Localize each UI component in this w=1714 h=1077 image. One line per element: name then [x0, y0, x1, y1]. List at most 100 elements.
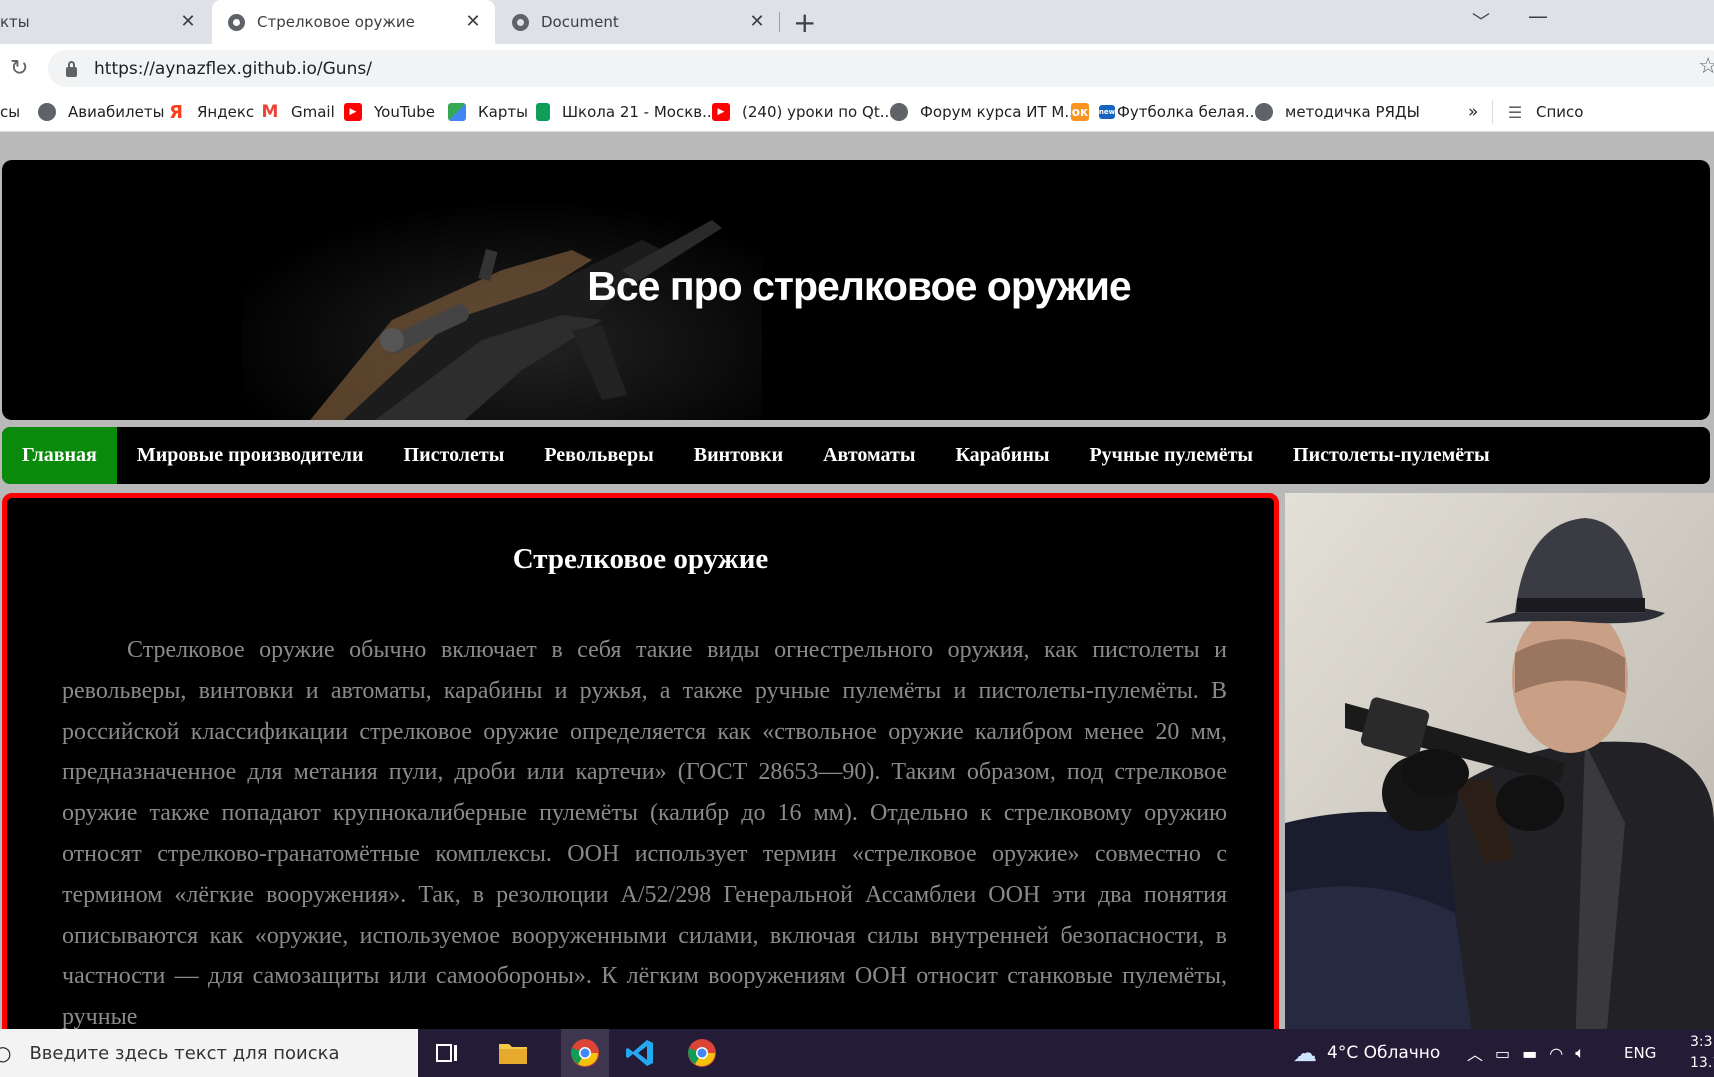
bookmark-aviabilety[interactable]: Авиабилеты [38, 94, 164, 130]
bookmarks-overflow-button[interactable]: » [1468, 94, 1478, 130]
minimize-button[interactable]: — [1528, 4, 1548, 28]
bookmark-youtube[interactable]: ▶ YouTube [344, 94, 435, 130]
search-placeholder: Введите здесь текст для поиска [29, 1042, 340, 1064]
globe-icon [1255, 103, 1273, 121]
maps-icon [448, 103, 466, 121]
article-heading: Стрелковое оружие [512, 543, 769, 575]
tab-divider [779, 12, 780, 32]
sheets-icon [536, 103, 550, 121]
bookmark-yandex[interactable]: Я Яндекс [167, 94, 254, 130]
new-tab-button[interactable]: + [793, 6, 816, 39]
address-bar[interactable]: https://aynazflex.github.io/Guns/ [48, 50, 1714, 87]
tab-strip: кты ✕ Стрелковое оружие ✕ Document ✕ + ﹀… [0, 0, 1714, 44]
tab-title: кты [0, 13, 30, 31]
volume-icon[interactable]: 🔈︎ [1575, 1043, 1585, 1063]
main-nav: Главная Мировые производители Пистолеты … [2, 427, 1710, 484]
meet-now-icon[interactable]: ▭ [1495, 1044, 1510, 1063]
search-icon: ○ [0, 1041, 12, 1065]
close-icon[interactable]: ✕ [747, 12, 767, 32]
clock[interactable]: 3:3 13.11. [1690, 1032, 1714, 1074]
nav-item-light-machine-guns[interactable]: Ручные пулемёты [1069, 427, 1273, 484]
bookmark-label: YouTube [374, 103, 435, 121]
lock-icon[interactable] [66, 60, 77, 77]
globe-icon [38, 103, 56, 121]
tab-previous[interactable]: кты ✕ [0, 0, 210, 44]
chevron-up-icon[interactable]: ︿ [1467, 1041, 1483, 1065]
weather-widget[interactable]: ☁ 4°C Облачно [1293, 1029, 1440, 1077]
nav-item-home[interactable]: Главная [2, 427, 117, 484]
bookmark-label: Яндекс [197, 103, 255, 121]
url-text[interactable]: https://aynazflex.github.io/Guns/ [94, 59, 372, 79]
bookmark-label: Gmail [291, 103, 335, 121]
bookmark-label: Карты [478, 103, 528, 121]
youtube-icon: ▶ [344, 103, 362, 121]
bookmark-truncated[interactable]: сы [0, 94, 20, 130]
article-body: Стрелковое оружие обычно включает в себя… [62, 637, 1227, 1029]
bookmark-label: методичка РЯДЫ [1285, 103, 1420, 121]
taskbar: ○ Введите здесь текст для поиска ☁ 4°C О… [0, 1029, 1714, 1077]
tab-search-chevron-icon[interactable]: ﹀ [1472, 8, 1490, 34]
clock-time: 3:3 [1690, 1034, 1713, 1050]
close-icon[interactable]: ✕ [463, 12, 483, 32]
bookmark-label: (240) уроки по Qt.... [742, 103, 899, 121]
clock-date: 13.11. [1690, 1055, 1714, 1071]
nav-item-submachine-guns[interactable]: Пистолеты-пулемёты [1273, 427, 1510, 484]
bookmark-label: Футболка белая... [1117, 103, 1260, 121]
bookmarks-divider [1492, 100, 1493, 124]
gangster-photo [1285, 493, 1714, 1029]
nav-item-revolvers[interactable]: Револьверы [524, 427, 673, 484]
nav-item-pistols[interactable]: Пистолеты [384, 427, 525, 484]
bookmark-maps[interactable]: Карты [448, 94, 528, 130]
file-explorer-icon[interactable] [497, 1037, 529, 1069]
bookmark-label: Форум курса ИТ М... [920, 103, 1079, 121]
reload-icon[interactable]: ↻ [10, 56, 28, 81]
taskbar-search[interactable]: ○ Введите здесь текст для поиска [0, 1029, 418, 1077]
globe-icon [512, 13, 529, 31]
yandex-icon: Я [169, 101, 183, 123]
bookmark-label: сы [0, 103, 21, 121]
system-tray: ︿ ▭ ▬ ◠ 🔈︎ [1467, 1029, 1585, 1077]
chrome-icon[interactable] [561, 1029, 609, 1077]
nav-item-carbines[interactable]: Карабины [935, 427, 1069, 484]
side-image [1285, 493, 1714, 1029]
reading-list-icon: ☰ [1507, 102, 1523, 122]
tab-title: Document [541, 13, 619, 31]
site-banner: Все про стрелковое оружие [2, 160, 1710, 420]
task-view-icon[interactable] [432, 1037, 464, 1069]
bookmark-label: Авиабилеты [68, 103, 165, 121]
weather-text: 4°C Облачно [1327, 1043, 1441, 1063]
bookmark-gmail[interactable]: M Gmail [261, 94, 335, 130]
banner-title: Все про стрелковое оружие [587, 263, 1131, 309]
tab-title: Стрелковое оружие [257, 13, 415, 31]
reading-list-label: Списо [1536, 103, 1584, 121]
chrome-icon[interactable] [686, 1037, 718, 1069]
article-panel: Стрелковое оружие Стрелковое оружие обыч… [2, 493, 1279, 1029]
bookmark-metodichka[interactable]: методичка РЯДЫ [1255, 94, 1420, 130]
rifle-image [242, 200, 762, 420]
vscode-icon[interactable] [624, 1037, 656, 1069]
odnoklassniki-icon: ок [1071, 103, 1089, 121]
wifi-icon[interactable]: ◠ [1549, 1044, 1563, 1063]
nav-item-manufacturers[interactable]: Мировые производители [117, 427, 384, 484]
bookmarks-bar: сы Авиабилеты Я Яндекс M Gmail ▶ YouTube… [0, 94, 1714, 132]
reading-list-button[interactable]: ☰ Списо [1506, 94, 1584, 130]
language-indicator[interactable]: ENG [1624, 1029, 1656, 1077]
tab-active[interactable]: Стрелковое оружие ✕ [212, 0, 495, 44]
web-page: Все про стрелковое оружие Главная Мировы… [0, 133, 1714, 1029]
bookmark-tshirt[interactable]: ок new Футболка белая... [1071, 94, 1259, 130]
bookmark-label: Школа 21 - Москв... [562, 103, 717, 121]
youtube-icon: ▶ [712, 103, 730, 121]
bookmark-school21[interactable]: Школа 21 - Москв... [536, 94, 716, 130]
globe-icon [890, 103, 908, 121]
nav-item-rifles[interactable]: Винтовки [674, 427, 803, 484]
bookmark-qt-lessons[interactable]: ▶ (240) уроки по Qt.... [712, 94, 899, 130]
toolbar: ↻ https://aynazflex.github.io/Guns/ ☆ [0, 44, 1714, 94]
battery-icon[interactable]: ▬ [1522, 1044, 1537, 1063]
bookmark-forum[interactable]: Форум курса ИТ М... [890, 94, 1079, 130]
tab-document[interactable]: Document ✕ [496, 0, 779, 44]
store-icon: new [1099, 105, 1115, 119]
star-icon[interactable]: ☆ [1698, 54, 1714, 79]
cloud-icon: ☁ [1293, 1039, 1317, 1067]
nav-item-assault-rifles[interactable]: Автоматы [803, 427, 935, 484]
close-icon[interactable]: ✕ [178, 12, 198, 32]
